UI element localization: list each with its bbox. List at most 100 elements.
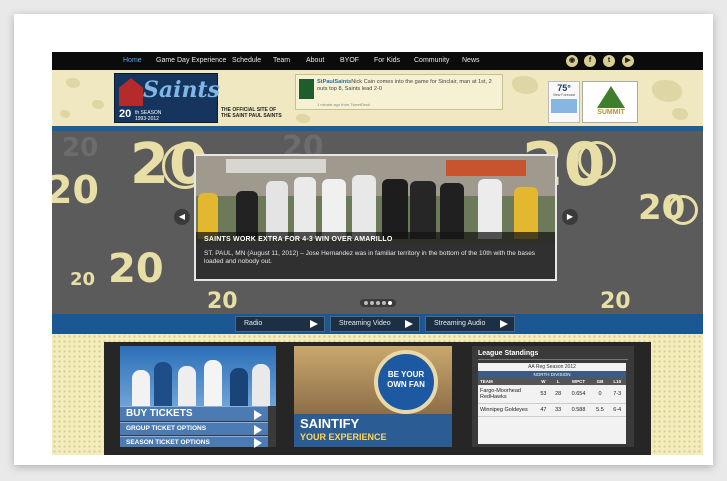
- decor-baseball: [668, 195, 698, 225]
- youtube-icon[interactable]: ▶: [622, 55, 634, 67]
- streaming-audio-button[interactable]: Streaming Audio: [425, 316, 515, 332]
- decor-blob: [60, 110, 70, 118]
- nav-item-team[interactable]: Team: [273, 57, 290, 64]
- saintify-subtitle: YOUR EXPERIENCE: [300, 432, 387, 442]
- site-header: Saints 20 th SEASON 1993-2012 THE OFFICIA…: [52, 70, 703, 126]
- buy-tickets-button[interactable]: BUY TICKETS: [120, 406, 268, 421]
- table-cell: 5.5: [591, 403, 609, 417]
- facebook-icon[interactable]: f: [584, 55, 596, 67]
- be-your-own-fan-badge: BE YOUR OWN FAN: [374, 350, 438, 414]
- photo-player: [322, 179, 346, 239]
- photo-player: [266, 181, 288, 239]
- photo-player: [478, 179, 502, 239]
- group-tickets-button[interactable]: GROUP TICKET OPTIONS: [120, 422, 268, 435]
- decor-blob: [672, 108, 688, 120]
- standings-box: AA Reg Season 2012 NORTH DIVISION TEAM W…: [478, 363, 626, 444]
- nav-item-schedule[interactable]: Schedule: [232, 57, 261, 64]
- tweet-text: StPaulSaintsNick Cain comes into the gam…: [317, 79, 492, 92]
- nav-item-game-day[interactable]: Game Day Experience: [156, 57, 226, 64]
- media-bar: Radio Streaming Video Streaming Audio: [52, 314, 703, 334]
- mountain-icon: [597, 86, 625, 108]
- standings-division: NORTH DIVISION: [478, 371, 626, 378]
- team-name[interactable]: Fargo-Moorhead RedHawks: [478, 385, 536, 404]
- tickets-photo: [120, 346, 276, 406]
- photo-player: [352, 175, 376, 239]
- nav-item-about[interactable]: About: [306, 57, 324, 64]
- photo-player: [440, 183, 464, 239]
- column-header: TEAM: [478, 378, 536, 385]
- weather-widget[interactable]: 75° View Forecast: [548, 81, 580, 123]
- slider-dot[interactable]: [376, 301, 380, 305]
- tweet-handle[interactable]: StPaulSaints: [317, 79, 351, 85]
- play-icon: [405, 320, 413, 328]
- column-header: W: [536, 378, 551, 385]
- slider-pagination: [360, 299, 396, 307]
- slider-next-arrow[interactable]: ▶: [562, 209, 578, 225]
- photo-player: [294, 177, 316, 239]
- radio-button[interactable]: Radio: [235, 316, 325, 332]
- slider-dot[interactable]: [382, 301, 386, 305]
- weather-temp: 75°: [557, 83, 571, 93]
- saints-logo[interactable]: Saints 20 th SEASON 1993-2012: [114, 73, 221, 123]
- table-cell: 0: [591, 385, 609, 404]
- twitter-feed: StPaulSaintsNick Cain comes into the gam…: [295, 74, 503, 110]
- decor-number: 20: [70, 269, 96, 290]
- decor-number: 20: [52, 168, 99, 212]
- slider-prev-arrow[interactable]: ◀: [174, 209, 190, 225]
- rss-icon[interactable]: ◉: [566, 55, 578, 67]
- decor-baseball: [578, 141, 616, 179]
- slider-dot[interactable]: [370, 301, 374, 305]
- play-icon: [310, 320, 318, 328]
- slider-dot[interactable]: [364, 301, 368, 305]
- photo-fan: [252, 364, 270, 406]
- table-cell: 0.588: [565, 403, 592, 417]
- table-cell: 6-4: [608, 403, 626, 417]
- nav-item-home[interactable]: Home: [123, 57, 142, 64]
- promo-area: BUY TICKETS GROUP TICKET OPTIONS SEASON …: [52, 334, 703, 455]
- season-tickets-button[interactable]: SEASON TICKET OPTIONS: [120, 436, 268, 448]
- tweet-meta: 1 minute ago from TweetDeck: [317, 102, 371, 107]
- sponsor-name: SUMMIT: [597, 109, 625, 116]
- saintify-promo[interactable]: BE YOUR OWN FAN SAINTIFY YOUR EXPERIENCE: [294, 346, 452, 447]
- table-cell: 0.654: [565, 385, 592, 404]
- table-cell: 28: [550, 385, 566, 404]
- weather-sky-icon: [551, 99, 577, 113]
- saintify-title: SAINTIFY: [300, 416, 360, 431]
- tickets-panel: BUY TICKETS GROUP TICKET OPTIONS SEASON …: [120, 346, 276, 448]
- play-icon: [254, 425, 262, 435]
- streaming-video-button[interactable]: Streaming Video: [330, 316, 420, 332]
- slide-headline[interactable]: SAINTS WORK EXTRA FOR 4-3 WIN OVER AMARI…: [204, 236, 547, 243]
- standings-table: TEAM W L WPCT GB L10 Fargo-Moorhead RedH…: [478, 378, 626, 417]
- standings-title: League Standings: [478, 350, 628, 360]
- play-icon: [254, 438, 262, 448]
- photo-fan: [230, 368, 248, 406]
- barn-icon: [119, 78, 143, 106]
- hero-slide[interactable]: SAINTS WORK EXTRA FOR 4-3 WIN OVER AMARI…: [194, 154, 557, 281]
- sponsor-summit-logo[interactable]: SUMMIT: [582, 81, 638, 123]
- slider-dot-active[interactable]: [388, 301, 392, 305]
- official-site-text: THE OFFICIAL SITE OF THE SAINT PAUL SAINT…: [221, 107, 282, 119]
- decor-number: 20: [207, 289, 238, 314]
- photo-sign: [446, 160, 526, 176]
- league-standings-panel: League Standings AA Reg Season 2012 NORT…: [472, 346, 634, 447]
- photo-fan: [154, 362, 172, 406]
- column-header: L10: [608, 378, 626, 385]
- nav-item-news[interactable]: News: [462, 57, 480, 64]
- team-name[interactable]: Winnipeg Goldeyes: [478, 403, 536, 417]
- logo-wordmark: Saints: [143, 77, 221, 103]
- twitter-icon[interactable]: t: [603, 55, 615, 67]
- nav-item-community[interactable]: Community: [414, 57, 449, 64]
- nav-item-byof[interactable]: BYOF: [340, 57, 359, 64]
- photo-fan: [204, 360, 222, 406]
- table-cell: 47: [536, 403, 551, 417]
- decor-number: 20: [62, 133, 99, 163]
- table-cell: 7-3: [608, 385, 626, 404]
- column-header: WPCT: [565, 378, 592, 385]
- table-cell: 53: [536, 385, 551, 404]
- standings-season: AA Reg Season 2012: [528, 364, 576, 370]
- website: Home Game Day Experience Schedule Team A…: [52, 52, 703, 455]
- play-icon: [254, 410, 262, 420]
- slide-caption: SAINTS WORK EXTRA FOR 4-3 WIN OVER AMARI…: [196, 232, 555, 279]
- nav-item-for-kids[interactable]: For Kids: [374, 57, 400, 64]
- decor-blob: [652, 80, 682, 102]
